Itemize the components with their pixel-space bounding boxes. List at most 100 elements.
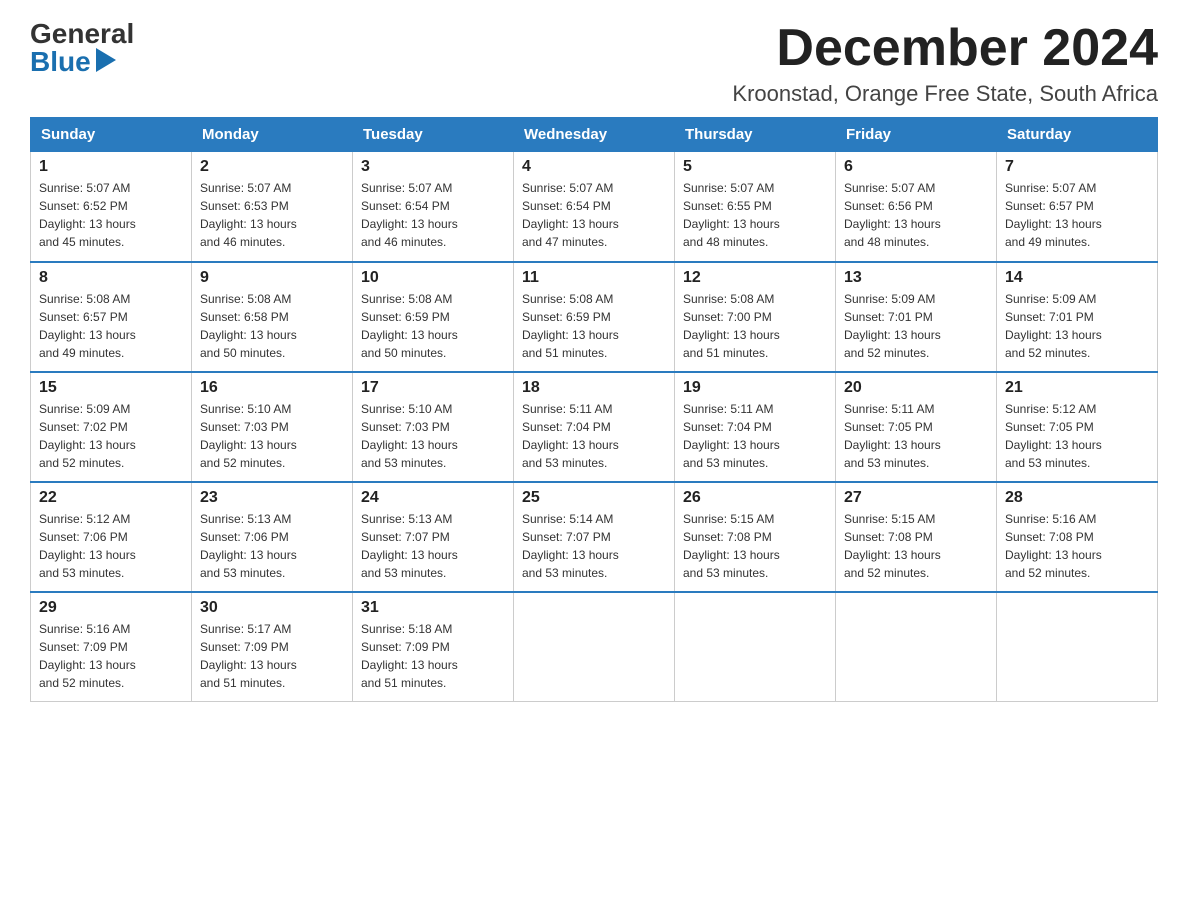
calendar-cell: 13Sunrise: 5:09 AMSunset: 7:01 PMDayligh…	[836, 262, 997, 372]
calendar-cell: 14 Sunrise: 5:09 AMSunset: 7:01 PMDayligh…	[997, 262, 1158, 372]
calendar-table: Sunday Monday Tuesday Wednesday Thursday…	[30, 117, 1158, 702]
calendar-cell	[514, 592, 675, 702]
day-info: Sunrise: 5:11 AMSunset: 7:04 PMDaylight:…	[683, 400, 827, 472]
day-number: 4	[522, 158, 666, 176]
day-number: 25	[522, 489, 666, 507]
calendar-cell: 3 Sunrise: 5:07 AMSunset: 6:54 PMDaylight…	[353, 152, 514, 262]
calendar-cell: 4 Sunrise: 5:07 AMSunset: 6:54 PMDaylight…	[514, 152, 675, 262]
header-row: Sunday Monday Tuesday Wednesday Thursday…	[31, 118, 1158, 152]
month-title: December 2024	[732, 20, 1158, 77]
calendar-cell: 15 Sunrise: 5:09 AMSunset: 7:02 PMDayligh…	[31, 372, 192, 482]
day-number: 1	[39, 158, 183, 176]
day-info: Sunrise: 5:13 AMSunset: 7:07 PMDaylight:…	[361, 510, 505, 582]
calendar-cell: 11 Sunrise: 5:08 AMSunset: 6:59 PMDayligh…	[514, 262, 675, 372]
calendar-cell: 8 Sunrise: 5:08 AMSunset: 6:57 PMDaylight…	[31, 262, 192, 372]
day-number: 14	[1005, 269, 1149, 287]
calendar-cell: 5Sunrise: 5:07 AMSunset: 6:55 PMDaylight…	[675, 152, 836, 262]
day-number: 3	[361, 158, 505, 176]
day-number: 18	[522, 379, 666, 397]
day-info: Sunrise: 5:07 AMSunset: 6:52 PMDaylight:…	[39, 179, 183, 251]
calendar-cell: 26 Sunrise: 5:15 AMSunset: 7:08 PMDayligh…	[675, 482, 836, 592]
day-info: Sunrise: 5:11 AMSunset: 7:04 PMDaylight:…	[522, 400, 666, 472]
header-saturday: Saturday	[997, 118, 1158, 152]
location-title: Kroonstad, Orange Free State, South Afri…	[732, 81, 1158, 107]
day-info: Sunrise: 5:09 AMSunset: 7:02 PMDaylight:…	[39, 400, 183, 472]
day-number: 16	[200, 379, 344, 397]
title-area: December 2024 Kroonstad, Orange Free Sta…	[732, 20, 1158, 107]
calendar-week-row: 29Sunrise: 5:16 AMSunset: 7:09 PMDayligh…	[31, 592, 1158, 702]
header-wednesday: Wednesday	[514, 118, 675, 152]
day-number: 29	[39, 599, 183, 617]
header-tuesday: Tuesday	[353, 118, 514, 152]
day-number: 24	[361, 489, 505, 507]
day-info: Sunrise: 5:16 AMSunset: 7:08 PMDaylight:…	[1005, 510, 1149, 582]
day-number: 30	[200, 599, 344, 617]
header-friday: Friday	[836, 118, 997, 152]
calendar-cell: 6 Sunrise: 5:07 AMSunset: 6:56 PMDaylight…	[836, 152, 997, 262]
day-number: 26	[683, 489, 827, 507]
day-info: Sunrise: 5:07 AMSunset: 6:56 PMDaylight:…	[844, 179, 988, 251]
day-number: 2	[200, 158, 344, 176]
day-info: Sunrise: 5:18 AMSunset: 7:09 PMDaylight:…	[361, 620, 505, 692]
calendar-cell: 10 Sunrise: 5:08 AMSunset: 6:59 PMDayligh…	[353, 262, 514, 372]
day-number: 19	[683, 379, 827, 397]
calendar-week-row: 8 Sunrise: 5:08 AMSunset: 6:57 PMDaylight…	[31, 262, 1158, 372]
header-monday: Monday	[192, 118, 353, 152]
calendar-cell: 2 Sunrise: 5:07 AMSunset: 6:53 PMDaylight…	[192, 152, 353, 262]
day-info: Sunrise: 5:08 AMSunset: 6:59 PMDaylight:…	[522, 290, 666, 362]
logo: General Blue	[30, 20, 134, 76]
calendar-cell: 22Sunrise: 5:12 AMSunset: 7:06 PMDayligh…	[31, 482, 192, 592]
day-info: Sunrise: 5:07 AMSunset: 6:53 PMDaylight:…	[200, 179, 344, 251]
day-number: 11	[522, 269, 666, 287]
calendar-cell: 20Sunrise: 5:11 AMSunset: 7:05 PMDayligh…	[836, 372, 997, 482]
calendar-cell: 23Sunrise: 5:13 AMSunset: 7:06 PMDayligh…	[192, 482, 353, 592]
day-number: 17	[361, 379, 505, 397]
calendar-cell: 19 Sunrise: 5:11 AMSunset: 7:04 PMDayligh…	[675, 372, 836, 482]
calendar-cell: 31 Sunrise: 5:18 AMSunset: 7:09 PMDayligh…	[353, 592, 514, 702]
day-info: Sunrise: 5:08 AMSunset: 7:00 PMDaylight:…	[683, 290, 827, 362]
day-info: Sunrise: 5:07 AMSunset: 6:54 PMDaylight:…	[361, 179, 505, 251]
day-number: 12	[683, 269, 827, 287]
calendar-cell	[675, 592, 836, 702]
day-number: 6	[844, 158, 988, 176]
day-number: 7	[1005, 158, 1149, 176]
day-info: Sunrise: 5:12 AMSunset: 7:06 PMDaylight:…	[39, 510, 183, 582]
day-number: 9	[200, 269, 344, 287]
day-number: 27	[844, 489, 988, 507]
day-info: Sunrise: 5:15 AMSunset: 7:08 PMDaylight:…	[683, 510, 827, 582]
calendar-cell: 7 Sunrise: 5:07 AMSunset: 6:57 PMDaylight…	[997, 152, 1158, 262]
day-number: 20	[844, 379, 988, 397]
calendar-cell: 21 Sunrise: 5:12 AMSunset: 7:05 PMDayligh…	[997, 372, 1158, 482]
day-info: Sunrise: 5:08 AMSunset: 6:57 PMDaylight:…	[39, 290, 183, 362]
logo-blue-text: Blue	[30, 48, 118, 76]
day-info: Sunrise: 5:10 AMSunset: 7:03 PMDaylight:…	[361, 400, 505, 472]
calendar-cell: 18 Sunrise: 5:11 AMSunset: 7:04 PMDayligh…	[514, 372, 675, 482]
header-thursday: Thursday	[675, 118, 836, 152]
day-info: Sunrise: 5:07 AMSunset: 6:55 PMDaylight:…	[683, 179, 827, 251]
day-number: 23	[200, 489, 344, 507]
day-info: Sunrise: 5:08 AMSunset: 6:59 PMDaylight:…	[361, 290, 505, 362]
calendar-week-row: 15 Sunrise: 5:09 AMSunset: 7:02 PMDayligh…	[31, 372, 1158, 482]
day-info: Sunrise: 5:12 AMSunset: 7:05 PMDaylight:…	[1005, 400, 1149, 472]
day-info: Sunrise: 5:07 AMSunset: 6:54 PMDaylight:…	[522, 179, 666, 251]
day-info: Sunrise: 5:09 AMSunset: 7:01 PMDaylight:…	[1005, 290, 1149, 362]
calendar-cell: 29Sunrise: 5:16 AMSunset: 7:09 PMDayligh…	[31, 592, 192, 702]
logo-triangle-icon	[96, 48, 116, 72]
day-info: Sunrise: 5:10 AMSunset: 7:03 PMDaylight:…	[200, 400, 344, 472]
day-number: 8	[39, 269, 183, 287]
calendar-cell: 30 Sunrise: 5:17 AMSunset: 7:09 PMDayligh…	[192, 592, 353, 702]
day-info: Sunrise: 5:07 AMSunset: 6:57 PMDaylight:…	[1005, 179, 1149, 251]
day-number: 10	[361, 269, 505, 287]
calendar-week-row: 1 Sunrise: 5:07 AMSunset: 6:52 PMDaylight…	[31, 152, 1158, 262]
day-info: Sunrise: 5:08 AMSunset: 6:58 PMDaylight:…	[200, 290, 344, 362]
day-number: 13	[844, 269, 988, 287]
day-info: Sunrise: 5:17 AMSunset: 7:09 PMDaylight:…	[200, 620, 344, 692]
day-number: 31	[361, 599, 505, 617]
day-number: 28	[1005, 489, 1149, 507]
calendar-cell: 27Sunrise: 5:15 AMSunset: 7:08 PMDayligh…	[836, 482, 997, 592]
page-header: General Blue December 2024 Kroonstad, Or…	[30, 20, 1158, 107]
calendar-cell: 17 Sunrise: 5:10 AMSunset: 7:03 PMDayligh…	[353, 372, 514, 482]
day-number: 21	[1005, 379, 1149, 397]
day-number: 15	[39, 379, 183, 397]
calendar-cell: 12 Sunrise: 5:08 AMSunset: 7:00 PMDayligh…	[675, 262, 836, 372]
